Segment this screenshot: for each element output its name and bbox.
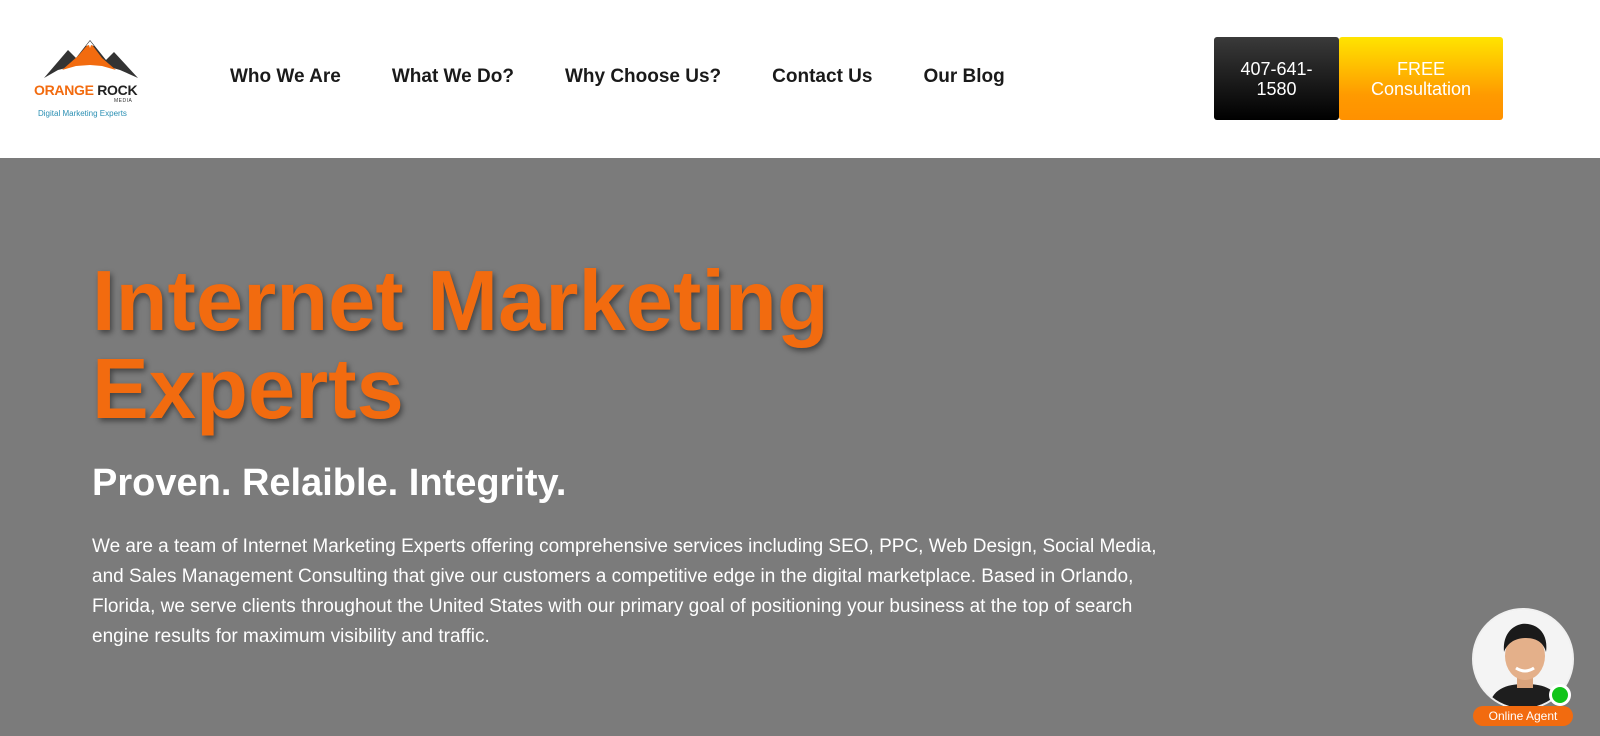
hero-title: Internet Marketing Experts [92,254,829,437]
nav-what-we-do[interactable]: What We Do? [392,66,514,88]
main-nav: Who We Are What We Do? Why Choose Us? Co… [230,66,1005,88]
logo-media-text: MEDIA [114,98,133,104]
phone-call-button[interactable]: 407-641-1580 [1214,37,1339,120]
hero-subtitle: Proven. Relaible. Integrity. [92,462,567,504]
nav-our-blog[interactable]: Our Blog [923,66,1004,88]
mountain-logo-icon [44,40,138,78]
online-status-icon [1549,684,1571,706]
nav-why-choose-us[interactable]: Why Choose Us? [565,66,721,88]
hero-description: We are a team of Internet Marketing Expe… [92,536,1157,647]
logo-wordmark: ORANGE ROCK [34,82,138,98]
nav-who-we-are[interactable]: Who We Are [230,66,341,88]
nav-contact-us[interactable]: Contact Us [772,66,872,88]
online-agent-label[interactable]: Online Agent [1473,706,1573,726]
logo-tagline: Digital Marketing Experts [38,109,127,118]
free-consultation-button[interactable]: FREE Consultation [1339,37,1503,120]
orange-rock-logo[interactable]: ORANGE ROCK MEDIA Digital Marketing Expe… [34,36,146,122]
site-header: ORANGE ROCK MEDIA Digital Marketing Expe… [0,0,1600,158]
